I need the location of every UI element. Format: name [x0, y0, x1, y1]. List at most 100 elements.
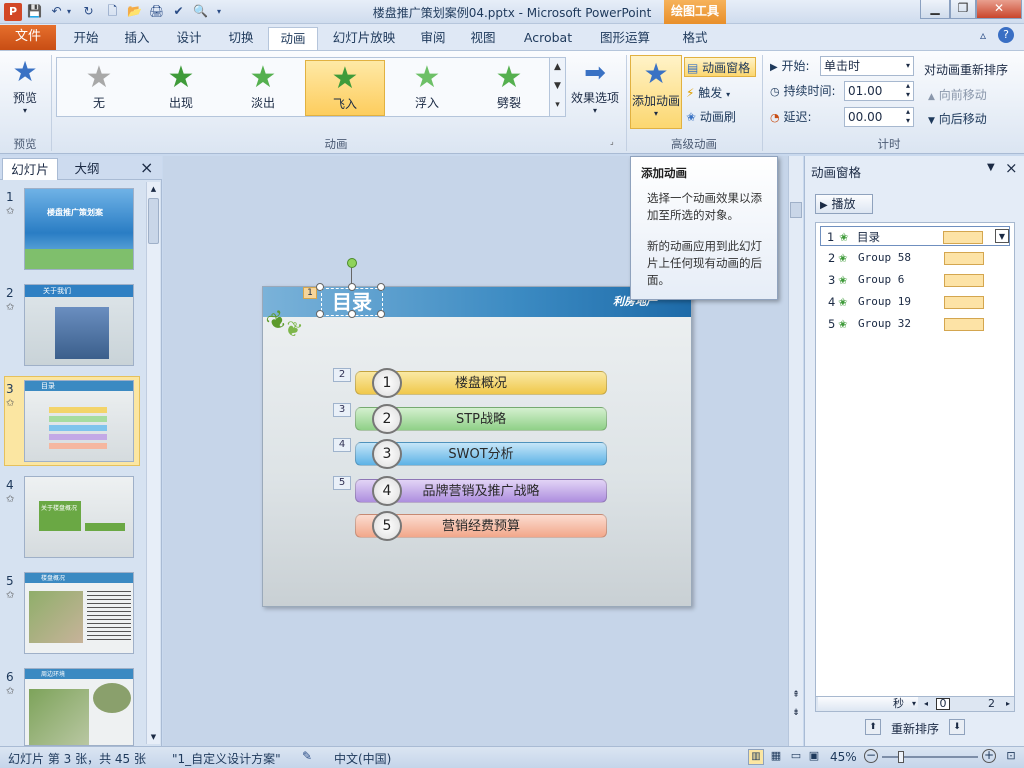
tab-slides[interactable]: 幻灯片: [2, 158, 58, 180]
timeline-right-icon[interactable]: ▸: [1006, 697, 1010, 711]
tab-transitions[interactable]: 切换: [218, 27, 264, 50]
help-icon[interactable]: ?: [998, 27, 1014, 43]
resize-handle[interactable]: [348, 283, 356, 291]
tab-acrobat[interactable]: Acrobat: [516, 27, 580, 50]
language-indicator[interactable]: 中文(中国): [334, 750, 391, 767]
toc-item[interactable]: 3 SWOT分析: [355, 439, 607, 469]
start-select[interactable]: 单击时 ▾: [820, 56, 914, 76]
spinner-icon[interactable]: ▴ ▾: [906, 81, 910, 99]
slideshow-icon[interactable]: ▣: [806, 749, 822, 765]
anim-appear[interactable]: ★ 出现: [141, 60, 221, 116]
toc-item[interactable]: 5 营销经费预算: [355, 511, 607, 541]
advanced-group-label: 高级动画: [671, 137, 717, 151]
anim-fade[interactable]: ★ 淡出: [223, 60, 303, 116]
anim-none[interactable]: ★ 无: [59, 60, 139, 116]
anim-split[interactable]: ★ 劈裂: [469, 60, 549, 116]
scroll-thumb[interactable]: [148, 198, 159, 244]
slide-thumbnail[interactable]: 楼盘推广策划案: [24, 188, 134, 270]
tab-review[interactable]: 审阅: [412, 27, 454, 50]
slide-counter[interactable]: 幻灯片 第 3 张，共 45 张: [8, 750, 146, 767]
spinner-icon[interactable]: ▴ ▾: [906, 107, 910, 125]
tab-outline[interactable]: 大纲: [62, 158, 112, 180]
tab-view[interactable]: 视图: [462, 27, 504, 50]
normal-view-icon[interactable]: ▥: [748, 749, 764, 765]
move-later-button[interactable]: ▼ 向后移动: [928, 109, 1018, 129]
zoom-level[interactable]: 45%: [830, 750, 857, 764]
seconds-dropdown[interactable]: 秒 ▾: [818, 697, 918, 711]
resize-handle[interactable]: [377, 310, 385, 318]
slides-scrollbar[interactable]: ▲ ▼: [146, 182, 160, 744]
close-pane-icon[interactable]: ×: [140, 158, 153, 177]
resize-handle[interactable]: [377, 283, 385, 291]
zoom-slider-thumb[interactable]: [898, 751, 904, 763]
slide-thumbnail[interactable]: 周边环境: [24, 668, 134, 746]
gallery-up-icon[interactable]: ▲: [549, 58, 565, 77]
spellcheck-icon[interactable]: ✎: [302, 749, 312, 763]
animation-row[interactable]: 5 ✬ Group 32: [820, 314, 1010, 334]
trigger-button[interactable]: ⚡ 触发 ▾: [686, 83, 746, 103]
animation-painter-button[interactable]: ✬ 动画刷: [686, 107, 750, 127]
anim-float-in[interactable]: ★ 浮入: [387, 60, 467, 116]
timeline-left-icon[interactable]: ◂: [924, 697, 928, 711]
slide-canvas[interactable]: ❦ ❦ 利房地产 1 目录 2 1 楼盘概况 3 2 STP战略 4 3 SWO…: [262, 286, 692, 607]
close-icon[interactable]: ✕: [976, 0, 1022, 19]
fit-to-window-icon[interactable]: ⊡: [1004, 749, 1018, 763]
tab-format[interactable]: 格式: [668, 27, 722, 50]
timeline-bar: [944, 274, 984, 287]
animation-row[interactable]: 2 ✬ Group 58: [820, 248, 1010, 268]
maximize-icon[interactable]: ❐: [950, 0, 976, 19]
tab-slideshow[interactable]: 幻灯片放映: [324, 27, 404, 50]
reorder-down-button[interactable]: ⬇: [949, 719, 965, 735]
zoom-in-icon[interactable]: +: [982, 749, 996, 763]
anim-fly-in[interactable]: ★ 飞入: [305, 60, 385, 116]
animation-row[interactable]: 4 ✬ Group 19: [820, 292, 1010, 312]
slide-thumbnail[interactable]: 目录: [24, 380, 134, 462]
chevron-down-icon[interactable]: ▼: [995, 229, 1009, 243]
minimize-icon[interactable]: ▁: [920, 0, 950, 19]
duration-input[interactable]: 01.00 ▴ ▾: [844, 81, 914, 101]
resize-handle[interactable]: [348, 310, 356, 318]
slide-thumbnail[interactable]: 关于我们: [24, 284, 134, 366]
tab-shape-ops[interactable]: 图形运算: [590, 27, 660, 50]
rotate-handle[interactable]: [347, 258, 357, 268]
gallery-more-icon[interactable]: ▾: [549, 96, 565, 116]
tab-design[interactable]: 设计: [166, 27, 212, 50]
pane-menu-icon[interactable]: ▼: [987, 162, 995, 173]
scroll-thumb[interactable]: [790, 202, 802, 218]
dialog-launcher-icon[interactable]: ⌟: [610, 137, 620, 147]
reading-view-icon[interactable]: ▭: [788, 749, 804, 765]
reorder-up-button[interactable]: ⬆: [865, 719, 881, 735]
tab-file[interactable]: 文件: [0, 25, 56, 50]
slide-thumbnail[interactable]: 楼盘概况: [24, 572, 134, 654]
effect-options-button[interactable]: ➡ 效果选项 ▾: [568, 57, 622, 127]
move-earlier-button[interactable]: ▲ 向前移动: [928, 85, 1018, 105]
delay-input[interactable]: 00.00 ▴ ▾: [844, 107, 914, 127]
toc-item[interactable]: 2 STP战略: [355, 404, 607, 434]
play-button[interactable]: ▶ 播放: [815, 194, 873, 214]
toc-item[interactable]: 4 品牌营销及推广战略: [355, 476, 607, 506]
animation-row[interactable]: 1 ✬ 目录 ▼: [820, 226, 1010, 246]
scroll-down-icon[interactable]: ▼: [147, 730, 160, 744]
scroll-up-icon[interactable]: ▲: [147, 182, 160, 196]
editor-scrollbar[interactable]: ⇞ ⇟: [788, 156, 803, 746]
resize-handle[interactable]: [316, 283, 324, 291]
next-slide-icon[interactable]: ⇟: [789, 708, 803, 718]
add-animation-button[interactable]: ★ 添加动画 ▾: [630, 55, 682, 129]
collapse-ribbon-icon[interactable]: ▵: [980, 28, 986, 42]
zoom-slider[interactable]: [882, 751, 978, 763]
prev-slide-icon[interactable]: ⇞: [789, 690, 803, 700]
close-pane-icon[interactable]: ×: [1005, 159, 1018, 177]
slide-thumbnail[interactable]: 关于楼盘概况: [24, 476, 134, 558]
animation-pane-button[interactable]: ▤ 动画窗格: [684, 57, 756, 77]
slide-sorter-icon[interactable]: ▦: [768, 749, 784, 765]
tab-home[interactable]: 开始: [62, 27, 110, 50]
resize-handle[interactable]: [316, 310, 324, 318]
toc-item[interactable]: 1 楼盘概况: [355, 368, 607, 398]
theme-name[interactable]: "1_自定义设计方案": [172, 750, 281, 767]
tab-animations[interactable]: 动画: [268, 27, 318, 50]
gallery-down-icon[interactable]: ▼: [549, 77, 565, 96]
zoom-out-icon[interactable]: −: [864, 749, 878, 763]
preview-button[interactable]: ★ 预览 ▾: [4, 55, 46, 125]
tab-insert[interactable]: 插入: [114, 27, 160, 50]
animation-row[interactable]: 3 ✬ Group 6: [820, 270, 1010, 290]
